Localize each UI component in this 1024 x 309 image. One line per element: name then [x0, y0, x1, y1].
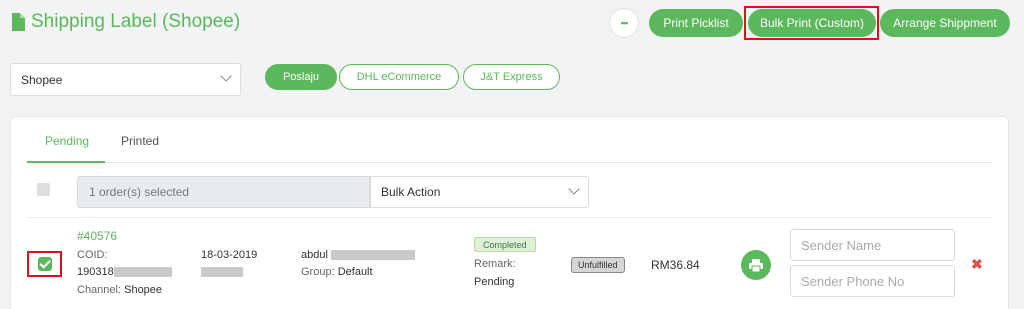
page-title: Shipping Label (Shopee) — [10, 11, 240, 33]
store-select[interactable]: Shopee — [10, 63, 241, 96]
table-row: #40576 COID: 190318 Channel: Shopee 18-0… — [27, 219, 993, 309]
customer-name: abdul — [301, 249, 415, 261]
bulk-action-select[interactable]: Bulk Action — [370, 176, 589, 208]
channel-label: Channel: — [77, 284, 122, 296]
order-id-link[interactable]: #40576 — [77, 229, 117, 243]
order-date: 18-03-2019 — [201, 249, 258, 261]
tab-printed[interactable]: Printed — [121, 134, 159, 148]
select-all-checkbox[interactable] — [37, 183, 50, 196]
channel-value: Shopee — [124, 284, 163, 296]
group-label: Group: — [301, 266, 335, 278]
tab-bar: Pending Printed — [27, 117, 993, 163]
page-title-text: Shipping Label (Shopee) — [31, 11, 241, 32]
highlight-box-bulk-print — [744, 6, 879, 40]
group-info: Group: Default — [301, 266, 373, 278]
coid-label: COID: — [77, 249, 108, 261]
chevron-down-icon — [220, 70, 232, 82]
redacted-block — [330, 250, 415, 261]
courier-dhl-ecommerce[interactable]: DHL eCommerce — [339, 64, 459, 90]
arrange-shipment-button[interactable]: Arrange Shippment — [880, 9, 1010, 37]
order-amount: RM36.84 — [651, 258, 700, 272]
store-select-value: Shopee — [21, 72, 63, 87]
redacted-block — [113, 267, 172, 278]
highlight-box-row-checkbox — [27, 251, 62, 277]
bulk-action-label: Bulk Action — [381, 185, 441, 199]
delete-icon[interactable]: ✖ — [971, 256, 983, 273]
more-dots-icon: ••• — [620, 17, 629, 28]
sender-phone-input[interactable] — [790, 265, 955, 297]
sender-name-input[interactable] — [790, 229, 955, 261]
coid-prefix: 190318 — [77, 266, 114, 278]
customer-first-name: abdul — [301, 249, 328, 261]
fulfillment-badge: Unfulfilled — [571, 257, 625, 273]
courier-poslaju[interactable]: Poslaju — [265, 64, 337, 90]
printer-icon — [749, 258, 763, 272]
remark-label: Remark: — [474, 258, 516, 270]
tab-pending[interactable]: Pending — [45, 134, 89, 148]
chevron-down-icon — [568, 183, 580, 195]
document-icon — [12, 13, 25, 31]
channel-info: Channel: Shopee — [77, 284, 162, 296]
more-options-button[interactable]: ••• — [609, 8, 639, 38]
active-tab-indicator — [27, 161, 105, 163]
remark-value: Pending — [474, 276, 515, 288]
print-label-button[interactable] — [741, 250, 771, 280]
print-picklist-button[interactable]: Print Picklist — [649, 9, 743, 37]
courier-jt-express[interactable]: J&T Express — [463, 64, 560, 90]
coid-value: 190318 — [77, 266, 172, 278]
selected-count: 1 order(s) selected — [77, 176, 370, 208]
status-badge: Completed — [474, 237, 536, 252]
selection-toolbar: 1 order(s) selected Bulk Action — [27, 164, 993, 218]
group-value: Default — [337, 266, 373, 278]
redacted-block — [201, 267, 243, 277]
orders-card: Pending Printed 1 order(s) selected Bulk… — [10, 116, 1009, 309]
